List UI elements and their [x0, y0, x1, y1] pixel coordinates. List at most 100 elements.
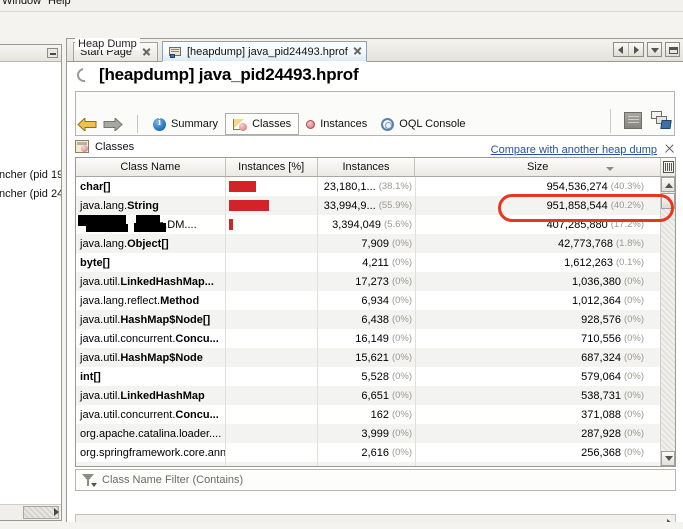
- cell-instances-bar: [226, 253, 318, 272]
- cell-class-name: java.lang.String[]: [76, 462, 226, 466]
- tab-list-button[interactable]: [647, 42, 662, 57]
- cell-class-name: java.util. HashMap$Node[]: [76, 310, 226, 329]
- show-instance-counts-button[interactable]: [619, 109, 647, 133]
- tab-scroll-buttons[interactable]: [613, 42, 644, 57]
- column-chooser-button[interactable]: [661, 158, 675, 176]
- cell-instances: 6,651 (0%): [318, 386, 416, 405]
- column-chooser-icon: [663, 161, 674, 173]
- column-header-instances[interactable]: Instances: [318, 158, 416, 176]
- cell-class-name: java.util.concurrent. Concu...: [76, 405, 226, 424]
- table-row[interactable]: java.lang. String 33,994,9... (55.9%) 951,85…: [76, 196, 660, 215]
- classes-panel-title: Classes: [95, 140, 135, 153]
- table-row[interactable]: java.lang. Object[] 7,909 (0%) 42,773,768 (1.…: [76, 234, 660, 253]
- toolbar-item-instances[interactable]: Instances: [299, 113, 374, 135]
- table-row[interactable]: java.util.concurrent. Concu... 162 (0%) 371,…: [76, 405, 660, 424]
- cell-instances-bar: [226, 462, 318, 466]
- table-row[interactable]: java.util. LinkedHashMap 6,651 (0%) 538,731(…: [76, 386, 660, 405]
- page-title-text: [heapdump] java_pid24493.hprof: [99, 65, 359, 84]
- left-panel-list: ncher (pid 19 ncher (pid 24: [0, 62, 61, 504]
- table-header-row: Class Name Instances [%] Instances Size: [76, 158, 675, 177]
- minimize-icon[interactable]: [47, 48, 58, 58]
- cell-size: 1,012,364 (0%): [572, 294, 644, 307]
- scroll-up-icon[interactable]: [661, 177, 675, 192]
- table-row[interactable]: char[] 23,180,1... (38.1%) 954,536,274 (40.3…: [76, 177, 660, 196]
- cell-instances: 162 (0%): [318, 405, 416, 424]
- menu-item-help[interactable]: Help: [48, 0, 71, 7]
- table-row[interactable]: byte[] 4,211 (0%) 1,612,263 (0.1%): [76, 253, 660, 272]
- compute-retained-sizes-button[interactable]: [647, 109, 675, 133]
- classes-icon: [233, 118, 248, 131]
- toolbar-item-summary[interactable]: Summary: [146, 113, 225, 135]
- toolbar-item-label: OQL Console: [399, 118, 466, 130]
- scroll-left-icon[interactable]: [614, 43, 628, 56]
- cell-size: 256,368 (0%): [581, 446, 644, 459]
- cell-class-name: java.util.concurrent. Concu...: [76, 329, 226, 348]
- toolbar-item-oql-console[interactable]: OQL Console: [374, 113, 472, 135]
- forward-button[interactable]: [103, 113, 129, 135]
- chevron-right-icon[interactable]: [54, 508, 59, 516]
- table-row[interactable]: int[] 5,528 (0%) 579,064 (0%): [76, 367, 660, 386]
- column-header-size[interactable]: Size: [415, 158, 662, 176]
- cell-instances-bar: [226, 310, 318, 329]
- close-icon[interactable]: [142, 47, 151, 58]
- close-icon[interactable]: [353, 46, 362, 57]
- cell-size: 538,731 (0%): [581, 389, 644, 402]
- scrollbar-thumb[interactable]: [661, 193, 675, 209]
- column-header-instances-pct[interactable]: Instances [%]: [226, 158, 318, 176]
- close-icon[interactable]: [664, 143, 675, 154]
- classes-panel-header: Classes: [75, 140, 134, 153]
- cell-size: 371,088 (0%): [581, 408, 644, 421]
- cell-instances: 23,180,1... (38.1%): [318, 177, 416, 196]
- filter-icon: [82, 473, 97, 487]
- cell-class-name: java.lang. String: [76, 196, 226, 215]
- cell-class-name: char[]: [76, 177, 226, 196]
- scroll-right-icon[interactable]: [629, 43, 643, 56]
- heapdump-icon: [169, 46, 182, 58]
- cell-instances-bar: [226, 329, 318, 348]
- table-row[interactable]: java.util. HashMap$Node[] 6,438 (0%) 928,576…: [76, 310, 660, 329]
- loading-spinner-icon: [74, 65, 94, 85]
- cell-instances-bar: [226, 234, 318, 253]
- cell-class-name: java.util. HashMap$Node: [76, 348, 226, 367]
- table-row[interactable]: org.springframework.core.ann 2,616 (0%) 256…: [76, 443, 660, 462]
- table-row[interactable]: java.util.concurrent. Concu... 16,149 (0%) 7…: [76, 329, 660, 348]
- menu-item-window[interactable]: Window: [2, 0, 41, 7]
- table-row[interactable]: eb.DM.... 3,394,049 (5.6%) 407,285,880 (17.2…: [76, 215, 660, 234]
- table-row[interactable]: org.apache.catalina.loader.... 3,999 (0%) 2…: [76, 424, 660, 443]
- maximize-window-button[interactable]: [665, 42, 680, 57]
- menu-bar: Window Help: [0, 0, 683, 11]
- back-button[interactable]: [77, 113, 103, 135]
- toolbar-divider: [137, 115, 138, 133]
- compare-heap-dump-link[interactable]: Compare with another heap dump: [491, 144, 657, 156]
- cell-instances-bar: [226, 291, 318, 310]
- sort-descending-icon: [606, 167, 615, 171]
- cell-instances-bar: [226, 424, 318, 443]
- class-name-filter[interactable]: Class Name Filter (Contains): [75, 469, 676, 491]
- table-row[interactable]: java.util. HashMap$Node 15,621 (0%) 687,324(…: [76, 348, 660, 367]
- scroll-down-icon[interactable]: [661, 451, 675, 466]
- table-row[interactable]: java.lang.String[] 5,449(0%)241,760(0%): [76, 462, 660, 466]
- tab-bar: Start Page [heapdump] java_pid24493.hpro…: [67, 39, 683, 62]
- column-header-class-name[interactable]: Class Name: [76, 158, 226, 176]
- list-item[interactable]: ncher (pid 19: [0, 169, 61, 181]
- cell-class-name: java.util. LinkedHashMap...: [76, 272, 226, 291]
- cell-class-name: eb.DM....: [76, 215, 226, 234]
- list-item[interactable]: ncher (pid 24: [0, 188, 61, 200]
- cell-size: 42,773,768 (1.8%): [557, 237, 644, 250]
- info-icon: [153, 117, 166, 131]
- table-row[interactable]: java.util. LinkedHashMap... 17,273 (0%) 1,03…: [76, 272, 660, 291]
- cell-instances: 7,909 (0%): [318, 234, 416, 253]
- filter-placeholder: Class Name Filter (Contains): [102, 474, 244, 486]
- cell-size: 407,285,880 (17.2%): [546, 218, 644, 231]
- tab-heapdump[interactable]: [heapdump] java_pid24493.hprof: [162, 41, 367, 62]
- cell-instances-bar: [226, 405, 318, 424]
- table-row[interactable]: java.lang.reflect. Method 6,934 (0%) 1,012,3…: [76, 291, 660, 310]
- cell-class-name: java.lang. Object[]: [76, 234, 226, 253]
- toolbar-item-classes[interactable]: Classes: [225, 113, 300, 135]
- table-vertical-scrollbar[interactable]: [660, 177, 675, 466]
- left-panel-horizontal-scrollbar[interactable]: [0, 504, 61, 520]
- toolbar-item-label: Classes: [252, 118, 292, 130]
- page-title: [heapdump] java_pid24493.hprof: [74, 65, 359, 85]
- windows-icon: [651, 111, 672, 129]
- table-icon: [624, 112, 642, 129]
